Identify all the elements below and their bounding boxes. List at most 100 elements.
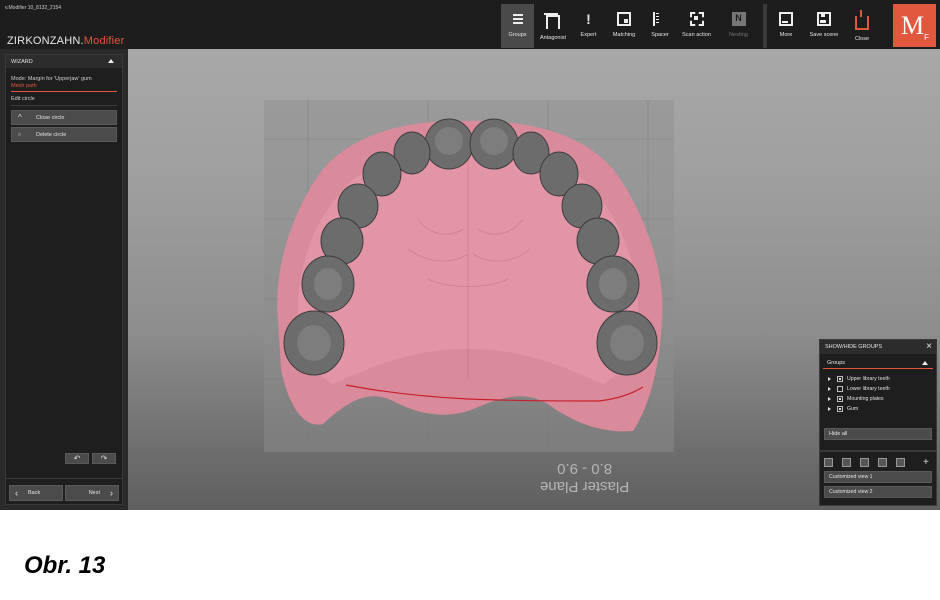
groups-label: Groups [508,32,527,38]
groups-section-header[interactable]: Groups [823,358,933,369]
hide-all-button[interactable]: Hide all [824,428,932,440]
close-label: Close [854,36,870,42]
close-circle-label: Close circle [36,114,65,121]
antagonist-button[interactable]: Antagonist [534,4,572,48]
menu-icon [511,12,525,26]
undo-button[interactable]: ↶ [65,453,89,464]
expert-button[interactable]: ! Expert [572,4,605,48]
figure-caption: Obr. 13 [24,552,106,579]
main-toolbar: Groups Antagonist ! Expert Matching Spac… [501,4,761,48]
matching-button[interactable]: Matching [605,4,643,48]
expert-label: Expert [580,32,597,38]
groups-panel-title: SHOW/HIDE GROUPS [825,344,883,350]
wizard-title: WIZARD [11,59,33,65]
trash-icon: ▫ [18,129,21,139]
add-view-icon[interactable]: + [923,458,932,468]
chevron-right-icon: › [110,488,113,498]
group-item-upper-library-teeth[interactable]: Upper library teeth [820,374,936,384]
back-label: Back [28,490,41,496]
checkbox[interactable] [837,406,843,412]
version-label: v.Modifier 10_8132_2154 [5,5,62,11]
view-top-icon[interactable] [824,458,833,467]
expand-icon[interactable] [828,377,831,381]
close-icon[interactable]: × [926,341,932,352]
save-icon [817,12,831,26]
wizard-divider [6,478,122,479]
groups-section-label: Groups [827,360,846,366]
undo-redo-group: ↶ ↷ [65,453,116,464]
next-button[interactable]: Next › [65,485,119,501]
close-button[interactable]: Close [843,4,881,48]
matching-icon [617,12,631,26]
nesting-button[interactable]: N Nesting [716,4,761,48]
collapse-icon[interactable] [108,59,114,63]
group-item-gum[interactable]: Gum [820,404,936,414]
group-item-mounting-plates[interactable]: Mounting plates [820,394,936,404]
more-button[interactable]: More [767,4,805,48]
plaster-plane-label: Plaster Plane 8.0 - 9.0 [540,459,629,495]
checkbox[interactable] [837,386,843,392]
expand-icon[interactable] [828,387,831,391]
antagonist-label: Antagonist [540,35,566,41]
group-item-label: Mounting plates [847,396,884,402]
delete-circle-button[interactable]: ▫ Delete circle [11,127,117,142]
show-hide-groups-panel: SHOW/HIDE GROUPS × Groups Upper library … [819,339,937,451]
wizard-panel: WIZARD Mode: Margin for 'Upperjaw' gum M… [5,54,123,505]
groups-button[interactable]: Groups [501,4,534,48]
brand-suffix: Modifier [83,35,125,47]
wizard-mode: Mode: Margin for 'Upperjaw' gum [11,76,92,82]
more-label: More [779,32,793,38]
plaster-plane-value: 8.0 - 9.0 [557,460,613,477]
redo-button[interactable]: ↷ [92,453,116,464]
edit-circle-section: Edit circle [11,96,117,106]
file-toolbar: More Save scene Close [767,4,881,48]
view-right-icon[interactable] [878,458,887,467]
chevron-up-icon: ^ [18,112,22,122]
matching-label: Matching [612,32,636,38]
group-item-label: Lower library teeth [847,386,890,392]
antagonist-icon [544,13,560,29]
collapse-icon[interactable] [922,361,928,365]
view-left-icon[interactable] [860,458,869,467]
view-front-icon[interactable] [842,458,851,467]
next-label: Next [88,490,100,496]
group-item-lower-library-teeth[interactable]: Lower library teeth [820,384,936,394]
logo-letter: M [901,11,925,40]
plaster-plane-title: Plaster Plane [540,478,630,495]
checkbox[interactable] [837,376,843,382]
app-logo: MF [893,4,936,47]
wizard-step: Mesh path [11,83,117,92]
groups-panel-header: SHOW/HIDE GROUPS × [820,340,936,354]
top-bar: v.Modifier 10_8132_2154 ZIRKONZAHN.Modif… [0,0,940,49]
expand-icon[interactable] [828,397,831,401]
view-preset-bar: + [820,452,936,468]
nesting-icon: N [731,12,746,26]
delete-circle-label: Delete circle [36,131,67,138]
scan-icon [689,12,704,26]
save-scene-button[interactable]: Save scene [805,4,843,48]
save-scene-label: Save scene [809,32,839,38]
customized-view-2-button[interactable]: Customized view 2 [824,486,932,498]
view-bottom-icon[interactable] [896,458,905,467]
wizard-header[interactable]: WIZARD [6,55,122,68]
group-item-label: Gum [847,406,859,412]
ruler-icon [653,12,667,26]
checkbox[interactable] [837,396,843,402]
close-circle-button[interactable]: ^ Close circle [11,110,117,125]
spacer-label: Spacer [651,32,669,38]
wizard-nav: ‹ Back Next › [9,485,119,501]
brand-prefix: ZIRKONZAHN. [7,35,84,47]
expand-icon[interactable] [828,407,831,411]
brand-logo-text: ZIRKONZAHN.Modifier [7,35,125,47]
exclamation-icon: ! [586,11,591,27]
scan-action-label: Scan action [682,32,711,38]
more-icon [779,12,793,26]
power-icon [855,10,869,30]
customized-view-1-button[interactable]: Customized view 1 [824,471,932,483]
views-panel: + Customized view 1 Customized view 2 [819,451,937,506]
back-button[interactable]: ‹ Back [9,485,63,501]
scan-action-button[interactable]: Scan action [677,4,716,48]
chevron-left-icon: ‹ [15,488,18,498]
spacer-button[interactable]: Spacer [643,4,677,48]
logo-sub: F [924,33,930,43]
